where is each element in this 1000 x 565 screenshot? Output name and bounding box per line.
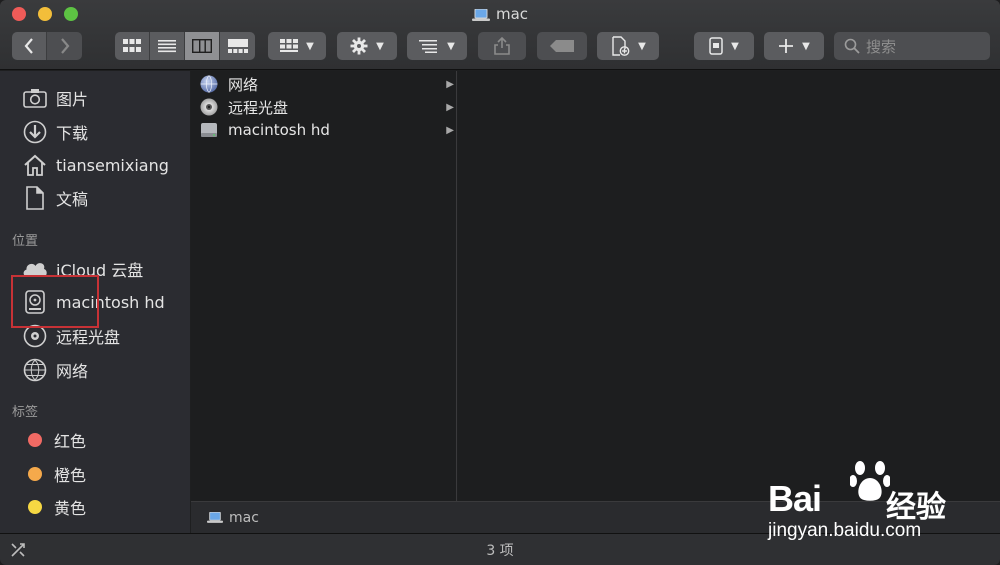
sidebar-item-label: 图片 [56,90,89,109]
disclosure-arrow-icon: ▶ [446,124,454,136]
plus-icon [779,39,794,53]
list-item[interactable]: 网络 ▶ [199,73,454,95]
share-button[interactable] [478,32,526,60]
tag-icon [550,40,574,52]
disc-icon [199,97,219,117]
camera-icon [22,85,48,111]
item-count: 3 项 [486,542,514,559]
search-icon [844,38,860,54]
sidebar-item-label: 黄色 [54,499,87,518]
network-globe-icon [199,74,219,94]
sidebar-item-label: tiansemixiang [56,155,169,175]
list-icon [158,40,176,53]
watermark-url: jingyan.baidu.com [768,520,922,541]
paw-icon [850,461,890,501]
search-field[interactable]: 搜索 [834,32,990,60]
list-item[interactable]: 远程光盘 ▶ [199,96,454,118]
gear-icon [350,37,368,55]
sidebar-section-tags: 标签 [12,405,39,420]
view-mode-segmented-control [115,32,255,60]
sort-arrange-button[interactable]: ▼ [407,32,467,60]
sidebar-item-home[interactable]: tiansemixiang [22,150,169,180]
watermark-brand: Bai [768,478,822,519]
gallery-view-button[interactable] [220,32,255,60]
usb-drive-icon [709,37,723,55]
share-icon [494,37,510,55]
new-document-icon [612,36,630,56]
chevron-down-icon: ▼ [447,40,455,52]
download-icon [22,119,48,145]
network-globe-icon [22,357,48,383]
sidebar-tag-orange[interactable]: 橙色 [22,459,86,489]
sidebar-item-label: 下载 [56,124,89,143]
disclosure-arrow-icon: ▶ [446,78,454,90]
new-document-button[interactable]: ▼ [597,32,659,60]
chevron-right-icon [60,38,69,54]
tag-color-dot [28,433,42,447]
list-item-label: macintosh hd [228,121,330,139]
sidebar-item-label: 橙色 [54,466,87,485]
gallery-icon [227,39,248,53]
document-icon [22,185,48,211]
disclosure-arrow-icon: ▶ [446,101,454,113]
chevron-left-icon [24,38,33,54]
search-placeholder: 搜索 [866,37,897,56]
harddisk-icon [199,120,219,140]
grid-icon [123,39,141,52]
sidebar-item-documents[interactable]: 文稿 [22,183,88,213]
list-item-label: 网络 [228,75,259,94]
tools-icon[interactable] [10,542,26,562]
home-icon [22,152,48,178]
device-button[interactable]: ▼ [694,32,754,60]
browser-column-1: 网络 ▶ 远程光盘 ▶ macintosh hd ▶ [191,71,457,501]
icon-view-button[interactable] [115,32,150,60]
tag-color-dot [28,500,42,514]
chevron-down-icon: ▼ [306,40,314,52]
edit-tags-button[interactable] [537,32,587,60]
back-button[interactable] [12,32,47,60]
finder-window: mac ▼ ▼ ▼ ▼ ▼ ▼ 搜索 图片 下载 tiansemixiang 文… [0,0,1000,565]
chevron-down-icon: ▼ [376,40,384,52]
window-title-text: mac [495,5,529,23]
sidebar-item-label: 网络 [56,362,89,381]
columns-icon [192,39,212,53]
sidebar-item-label: 文稿 [56,190,89,209]
list-item[interactable]: macintosh hd ▶ [199,119,454,141]
sidebar-tag-yellow[interactable]: 黄色 [22,492,86,522]
forward-button[interactable] [47,32,82,60]
laptop-icon [207,512,223,523]
list-view-button[interactable] [150,32,185,60]
sidebar-item-network[interactable]: 网络 [22,355,88,385]
title-bar: mac ▼ ▼ ▼ ▼ ▼ ▼ 搜索 [0,0,1000,70]
tag-color-dot [28,467,42,481]
sidebar-item-downloads[interactable]: 下载 [22,117,88,147]
action-menu-button[interactable]: ▼ [337,32,397,60]
window-title: mac [0,5,1000,25]
baidu-watermark: Bai 经验 jingyan.baidu.com [768,458,988,548]
group-by-button[interactable]: ▼ [268,32,326,60]
chevron-down-icon: ▼ [638,40,646,52]
list-item-label: 远程光盘 [228,98,289,117]
add-button[interactable]: ▼ [764,32,824,60]
sidebar-item-pictures[interactable]: 图片 [22,83,88,113]
navigation-buttons [12,32,82,60]
outline-list-icon [419,40,438,53]
path-bar-item[interactable]: mac [229,510,259,526]
sidebar-section-locations: 位置 [12,234,39,249]
laptop-icon [471,7,490,25]
column-view-button[interactable] [185,32,220,60]
network-highlight-box [11,275,99,328]
browser-column-2 [458,71,1000,501]
chevron-down-icon: ▼ [731,40,739,52]
chevron-down-icon: ▼ [802,40,810,52]
sidebar-tag-red[interactable]: 红色 [22,425,86,455]
sidebar-item-label: 红色 [54,432,87,451]
grid-icon [280,39,299,52]
